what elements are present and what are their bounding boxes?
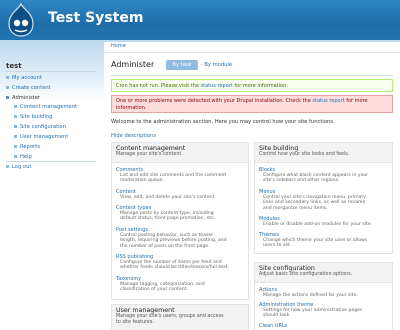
bullet-icon xyxy=(14,115,17,118)
panel-description: Manage your site's content. xyxy=(116,152,183,157)
admin-item-comments: Comments List and edit site comments and… xyxy=(116,167,226,184)
sidebar-item-my-account[interactable]: My account xyxy=(6,75,42,81)
admin-item-themes: Themes Change which theme your site uses… xyxy=(259,232,367,249)
clean-urls-link[interactable]: Clean URLs xyxy=(259,323,287,329)
bullet-icon xyxy=(14,125,17,128)
message-text: for more information. xyxy=(232,83,288,89)
admin-item-modules: Modules Enable or disable add-on modules… xyxy=(259,216,372,227)
admin-item-content: Content View, edit, and delete your site… xyxy=(116,189,216,200)
sidebar-item-administer[interactable]: Administer xyxy=(6,95,40,101)
bullet-icon xyxy=(14,135,17,138)
panel-header: User management Manage your site's users… xyxy=(112,305,248,330)
item-description: the number of posts on the front page. xyxy=(120,243,210,249)
breadcrumb-home-link[interactable]: Home xyxy=(111,43,126,49)
hide-descriptions-link[interactable]: Hide descriptions xyxy=(111,133,156,139)
item-description: users to set. xyxy=(263,243,292,249)
sidebar-item-label: Help xyxy=(20,154,32,160)
error-message: One or more problems were detected with … xyxy=(111,95,393,113)
admin-item-actions: Actions Manage the actions defined for y… xyxy=(259,287,358,298)
sidebar-item-label: Administer xyxy=(12,95,41,101)
message-text: One or more problems were detected with … xyxy=(116,98,313,104)
admin-item-post-settings: Post settings Control posting behavior, … xyxy=(116,227,227,249)
site-header: Test System xyxy=(0,0,400,40)
panel-description: Adjust basic site configuration options. xyxy=(259,272,353,277)
status-report-link[interactable]: status report xyxy=(312,98,344,104)
sidebar-item-label: Site building xyxy=(20,114,53,120)
bullet-icon xyxy=(14,145,17,148)
sidebar-item-log-out[interactable]: Log out xyxy=(6,164,31,170)
admin-item-rss-publishing: RSS publishing Configure the number of i… xyxy=(116,254,229,271)
panel-description: Control how your site looks and feels. xyxy=(259,152,350,157)
bullet-open-icon xyxy=(6,96,9,99)
admin-item-administration-theme: Administration theme Settings for how yo… xyxy=(259,302,362,319)
item-description: whether feeds should be titles/teasers/f… xyxy=(120,265,229,271)
sidebar-item-label: Create content xyxy=(12,85,51,91)
sidebar-item-label: My account xyxy=(12,75,42,81)
sidebar-item-label: Log out xyxy=(12,164,32,170)
item-description: site's sidebars and other regions. xyxy=(263,178,340,184)
sidebar-item-help[interactable]: Help xyxy=(14,154,32,160)
bullet-icon xyxy=(6,165,9,168)
panel-title: Site configuration xyxy=(259,265,315,272)
item-description: Enable or disable add-on modules for you… xyxy=(263,222,373,227)
page-title: Administer xyxy=(111,60,155,69)
admin-item-menus: Menus Control your site's navigation men… xyxy=(259,189,366,211)
admin-item-content-types: Content types Manage posts by content ty… xyxy=(116,205,215,222)
panel-header: Content management Manage your site's co… xyxy=(112,143,248,163)
site-name[interactable]: Test System xyxy=(48,10,143,26)
item-description: moderation queue. xyxy=(120,178,164,184)
sidebar-divider xyxy=(6,71,96,72)
sidebar-item-label: User management xyxy=(20,134,69,140)
admin-item-clean-urls: Clean URLs xyxy=(259,323,287,329)
tab-by-task[interactable]: By task xyxy=(166,60,198,70)
sidebar-item-content-management[interactable]: Content management xyxy=(14,104,77,110)
item-description: default status, front page promotion, et… xyxy=(120,216,216,222)
sidebar-item-create-content[interactable]: Create content xyxy=(6,85,51,91)
sidebar-user-title: test xyxy=(6,62,22,70)
welcome-text: Welcome to the administration section. H… xyxy=(111,119,335,125)
item-description: Manage the actions defined for your site… xyxy=(263,293,358,298)
panel-header: Site building Control how your site look… xyxy=(255,143,392,163)
sidebar-item-site-configuration[interactable]: Site configuration xyxy=(14,124,66,130)
panel-header: Site configuration Adjust basic site con… xyxy=(255,263,392,283)
sidebar-item-user-management[interactable]: User management xyxy=(14,134,68,140)
site-building-panel: Site building Control how your site look… xyxy=(254,142,393,254)
admin-item-taxonomy: Taxonomy Manage tagging, categorization,… xyxy=(116,276,205,293)
tab-by-module[interactable]: · By module xyxy=(201,60,232,70)
message-text: Cron has not run. Please visit the xyxy=(116,83,201,89)
sidebar-item-site-building[interactable]: Site building xyxy=(14,114,52,120)
breadcrumb-divider xyxy=(104,52,400,53)
admin-item-blocks: Blocks Configure what block content appe… xyxy=(259,167,368,184)
breadcrumb: Home xyxy=(111,43,126,49)
tab-label: By module xyxy=(204,62,233,68)
bullet-icon xyxy=(6,76,9,79)
panel-title: Content management xyxy=(116,145,186,152)
item-description: View, edit, and delete your site's conte… xyxy=(120,195,216,200)
sidebar-divider xyxy=(6,161,96,162)
bullet-icon xyxy=(14,105,17,108)
site-configuration-panel: Site configuration Adjust basic site con… xyxy=(254,262,393,330)
item-description: should look. xyxy=(263,313,291,319)
drupal-logo-icon[interactable] xyxy=(5,3,37,37)
content-management-panel: Content management Manage your site's co… xyxy=(111,142,249,300)
sidebar-item-label: Site configuration xyxy=(20,124,67,130)
sidebar-item-reports[interactable]: Reports xyxy=(14,144,40,150)
bullet-icon xyxy=(14,155,17,158)
panel-description: to site features. xyxy=(116,320,154,325)
sidebar-item-label: Reports xyxy=(20,144,40,150)
status-message: Cron has not run. Please visit the statu… xyxy=(111,79,393,92)
panel-title: Site building xyxy=(259,145,299,152)
panel-title: User management xyxy=(116,307,175,314)
item-description: classification of your content. xyxy=(120,287,188,293)
bullet-icon xyxy=(6,86,9,89)
user-management-panel: User management Manage your site's users… xyxy=(111,304,249,330)
item-description: and reorganize menu items. xyxy=(263,205,328,211)
sidebar-item-label: Content management xyxy=(20,104,78,110)
title-divider xyxy=(111,75,393,76)
status-report-link[interactable]: status report xyxy=(201,83,233,89)
